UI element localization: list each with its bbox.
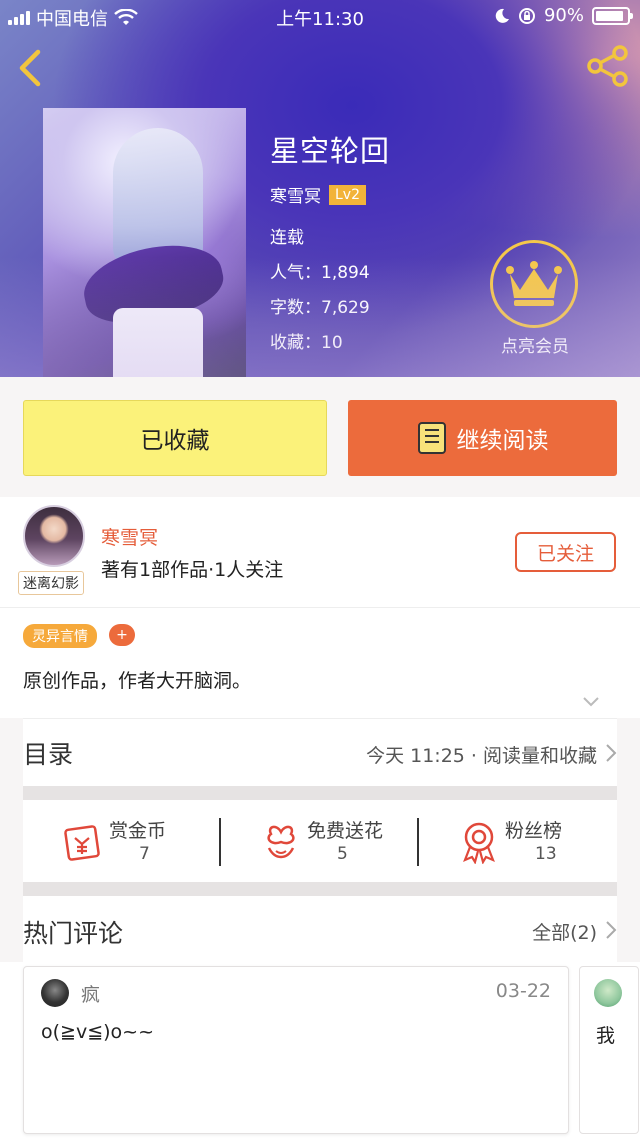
- comment-card[interactable]: 我: [579, 966, 639, 1134]
- book-icon: [417, 422, 446, 454]
- member-badge: [490, 240, 578, 328]
- author-section: 迷离幻影 寒雪冥 著有1部作品·1人关注 已关注: [0, 497, 640, 607]
- fan-ranking-value: 13: [535, 844, 557, 864]
- reward-coins-value: 7: [139, 844, 150, 864]
- comment-text: 我: [596, 1025, 616, 1047]
- battery-percent: 90%: [543, 5, 584, 26]
- add-tag-button[interactable]: +: [109, 624, 135, 646]
- commenter-name[interactable]: 疯: [81, 980, 100, 1007]
- book-info: 星空轮回 寒雪冥 Lv2 连载 人气：1,894 字数：7,629 收藏：10: [270, 128, 390, 353]
- hot-comments-title: 热门评论: [23, 919, 124, 948]
- action-bar: 已收藏 继续阅读: [0, 377, 640, 497]
- catalog-row[interactable]: 目录 今天 11:25 · 阅读量和收藏: [23, 718, 617, 786]
- book-popularity: 人气：1,894: [270, 263, 370, 283]
- cover-figure-scarf: [77, 234, 229, 332]
- book-favorites: 收藏：10: [270, 333, 343, 353]
- back-icon[interactable]: [14, 48, 46, 88]
- hot-comments-header: 热门评论 全部(2): [23, 896, 617, 962]
- section-separator: [23, 882, 617, 896]
- cover-figure-dress: [113, 308, 203, 377]
- send-flowers-value: 5: [337, 844, 348, 864]
- member-label: 点亮会员: [501, 337, 569, 357]
- level-badge: Lv2: [329, 184, 366, 205]
- all-comments-link[interactable]: 全部(2): [532, 918, 597, 945]
- author-avatar[interactable]: [23, 505, 85, 567]
- comments-carousel[interactable]: 疯 03-22 o(≧v≦)o~~ 我: [0, 962, 640, 1138]
- section-separator: [23, 786, 617, 800]
- support-stats: 赏金币 7 免费送花 5 粉丝榜 13: [23, 800, 617, 882]
- reward-coins-item[interactable]: 赏金币 7: [23, 814, 221, 870]
- comment-card[interactable]: 疯 03-22 o(≧v≦)o~~: [23, 966, 569, 1134]
- share-icon[interactable]: [586, 44, 630, 88]
- comment-date: 03-22: [495, 980, 551, 1002]
- comment-text: o(≧v≦)o~~: [41, 1021, 154, 1043]
- send-flowers-label: 免费送花: [307, 820, 384, 842]
- tags-section: 灵异言情 + 原创作品，作者大开脑洞。: [0, 607, 640, 718]
- book-author-row: 寒雪冥 Lv2: [270, 182, 390, 207]
- chevron-right-icon[interactable]: [605, 920, 617, 940]
- medal-icon: [463, 822, 495, 864]
- fan-ranking-item[interactable]: 粉丝榜 13: [419, 814, 617, 870]
- continue-reading-button[interactable]: 继续阅读: [348, 400, 617, 476]
- genre-tag[interactable]: 灵异言情: [23, 624, 97, 648]
- moon-icon: [495, 8, 509, 23]
- battery-icon: [592, 6, 633, 25]
- catalog-title: 目录: [23, 740, 74, 769]
- book-cover[interactable]: [43, 108, 246, 377]
- crown-icon: [506, 261, 562, 306]
- author-summary: 著有1部作品·1人关注: [101, 559, 284, 581]
- book-author[interactable]: 寒雪冥: [270, 182, 321, 207]
- red-envelope-icon: [64, 825, 100, 861]
- chevron-right-icon: [606, 744, 617, 762]
- book-header: 中国电信 上午11:30 90% 星空轮回 寒雪冥 Lv2 连载 人气：1,89…: [0, 0, 640, 377]
- follow-button[interactable]: 已关注: [515, 532, 616, 572]
- status-bar: 中国电信 上午11:30 90%: [0, 0, 640, 34]
- status-right: 90%: [494, 5, 633, 26]
- send-flowers-item[interactable]: 免费送花 5: [221, 814, 419, 870]
- book-status: 连载: [270, 228, 304, 248]
- member-button[interactable]: 点亮会员: [490, 240, 580, 357]
- chevron-down-icon[interactable]: [582, 696, 600, 708]
- avatar-frame-tag: 迷离幻影: [18, 571, 84, 595]
- commenter-avatar[interactable]: [594, 979, 622, 1007]
- book-word-count: 字数：7,629: [270, 298, 370, 318]
- book-description: 原创作品，作者大开脑洞。: [23, 670, 252, 692]
- catalog-update-info: 今天 11:25 · 阅读量和收藏: [366, 745, 597, 767]
- continue-reading-label: 继续阅读: [456, 428, 549, 454]
- fan-ranking-label: 粉丝榜: [505, 820, 563, 842]
- book-title: 星空轮回: [270, 134, 391, 168]
- author-name[interactable]: 寒雪冥: [101, 523, 158, 550]
- collected-button[interactable]: 已收藏: [23, 400, 327, 476]
- reward-coins-label: 赏金币: [109, 820, 167, 842]
- rotation-lock-icon: [518, 7, 535, 24]
- flower-icon: [267, 825, 295, 859]
- commenter-avatar[interactable]: [41, 979, 69, 1007]
